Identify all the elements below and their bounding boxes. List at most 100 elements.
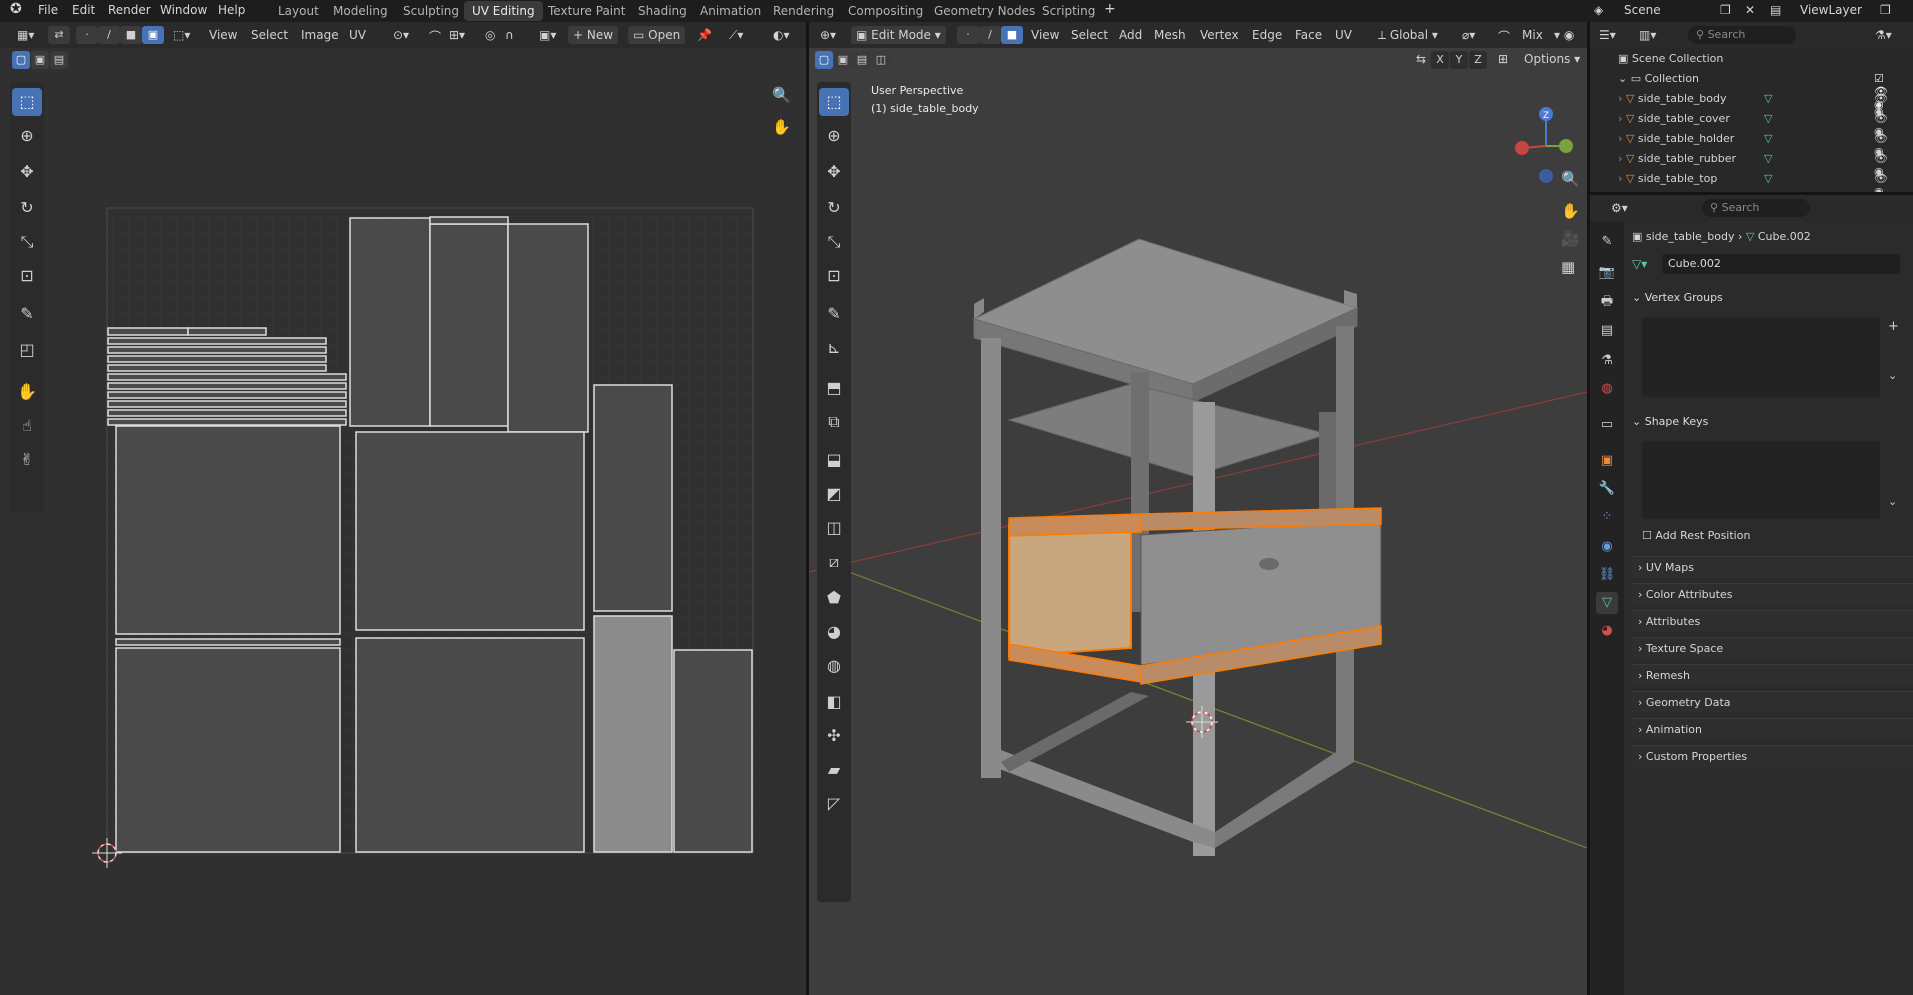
rotate-icon[interactable]: ↻ [12, 194, 42, 222]
sk-menu-icon[interactable]: ⌄ [1888, 495, 1897, 508]
object-tab-icon[interactable]: ▣ [1596, 450, 1618, 472]
pivot-point-icon[interactable]: ⌀▾ [1457, 26, 1480, 44]
uv-snap-icon[interactable]: ⟋▾ [724, 26, 748, 44]
scene-icon[interactable]: ◈ [1594, 3, 1603, 17]
select-extend-icon[interactable]: ▣ [31, 51, 49, 69]
shading-dropdown-icon[interactable]: ▾ ◉ [1549, 26, 1579, 44]
expand-chevron-icon[interactable]: › [1618, 172, 1622, 185]
uv-canvas[interactable] [0, 72, 806, 995]
menu-view[interactable]: View [204, 26, 242, 44]
scene-name[interactable]: Scene [1624, 3, 1661, 17]
tab-animation[interactable]: Animation [692, 1, 769, 21]
panel-remesh[interactable]: › Remesh [1632, 664, 1913, 686]
expand-chevron-icon[interactable]: › [1618, 132, 1622, 145]
uv-island[interactable] [115, 638, 341, 646]
tab-modeling[interactable]: Modeling [325, 1, 396, 21]
tab-layout[interactable]: Layout [270, 1, 327, 21]
outliner-object-row[interactable]: › ▽ side_table_top▽👁 ◉ [1618, 172, 1888, 198]
uv-island[interactable] [107, 355, 327, 363]
inset-icon[interactable]: ⬓ [819, 446, 849, 474]
spin-icon[interactable]: ◕ [819, 618, 849, 646]
viewport-canvas[interactable]: Z [809, 72, 1587, 995]
uv-island[interactable] [429, 223, 509, 427]
cursor-icon[interactable]: ⊕ [12, 122, 42, 150]
panel-texture-space[interactable]: › Texture Space [1632, 637, 1913, 659]
add-workspace-icon[interactable]: + [1104, 1, 1116, 17]
grab-icon[interactable]: ✋ [12, 378, 42, 406]
shape-keys-list[interactable] [1642, 441, 1880, 519]
select-subtract-icon[interactable]: ▤ [50, 51, 68, 69]
vp-select-box-icon[interactable]: ⬚ [819, 88, 849, 116]
proportional-edit-icon[interactable]: ◎ [480, 26, 500, 44]
outliner-object-row[interactable]: › ▽ side_table_holder ▽ 👁 ◉ [1618, 132, 1888, 158]
constraints-tab-icon[interactable]: ⛓ [1596, 564, 1618, 586]
overlay-icon[interactable]: ◐▾ [768, 26, 795, 44]
expand-chevron-icon[interactable]: › [1618, 112, 1622, 125]
editor-type-icon[interactable]: ▦▾ [12, 26, 39, 44]
face-mode-icon[interactable]: ■ [1001, 26, 1023, 44]
vp-menu-view[interactable]: View [1026, 26, 1064, 44]
add-vertex-group-icon[interactable]: + [1888, 319, 1899, 334]
smooth-icon[interactable]: ◍ [819, 652, 849, 680]
island-select-icon[interactable]: ▣ [142, 26, 164, 44]
menu-select[interactable]: Select [246, 26, 293, 44]
data-tab-icon[interactable]: ▽ [1596, 592, 1618, 614]
expand-chevron-icon[interactable]: › [1618, 92, 1622, 105]
outliner-object-row[interactable]: › ▽ side_table_cover ▽ 👁 ◉ [1618, 112, 1888, 138]
relax-icon[interactable]: ☝ [12, 412, 42, 440]
tool-tab-icon[interactable]: ✎ [1596, 231, 1618, 253]
panel-custom-properties[interactable]: › Custom Properties [1632, 745, 1913, 767]
menu-file[interactable]: File [38, 3, 58, 17]
uv-sync-icon[interactable]: ⇄ [48, 26, 70, 44]
blender-logo-icon[interactable]: ✪ [10, 1, 22, 17]
panel-vertex-groups[interactable]: ⌄ Vertex Groups [1632, 291, 1903, 313]
vp-menu-edge[interactable]: Edge [1247, 26, 1287, 44]
mesh-datablock-icon[interactable]: ▽▾ [1632, 257, 1647, 271]
pan-hand-icon[interactable]: ✋ [772, 118, 791, 136]
menu-edit[interactable]: Edit [72, 3, 95, 17]
outliner-type-icon[interactable]: ☰▾ [1594, 26, 1621, 44]
properties-type-icon[interactable]: ⚙▾ [1606, 199, 1633, 217]
zoom-icon[interactable]: 🔍 [772, 86, 791, 104]
display-mode-icon[interactable]: ▥▾ [1634, 26, 1661, 44]
open-image-button[interactable]: ▭ Open [628, 26, 686, 44]
measure-icon[interactable]: ⊾ [819, 334, 849, 362]
copy-scene-icon[interactable]: ❐ [1720, 3, 1731, 17]
scale-icon[interactable]: ⤡ [12, 228, 42, 256]
add-cube-icon[interactable]: ⬒ [819, 374, 849, 402]
uv-island[interactable] [429, 216, 509, 225]
add-rest-position-checkbox[interactable]: ☐ Add Rest Position [1642, 529, 1882, 547]
vg-menu-icon[interactable]: ⌄ [1888, 369, 1897, 382]
uv-island[interactable] [107, 346, 327, 354]
image-browse-icon[interactable]: ▣▾ [534, 26, 561, 44]
output-tab-icon[interactable]: 🖶 [1596, 291, 1618, 313]
tab-rendering[interactable]: Rendering [765, 1, 842, 21]
vp-scale-icon[interactable]: ⤡ [819, 228, 849, 256]
expand-chevron-icon[interactable]: › [1618, 152, 1622, 165]
vertex-select-icon[interactable]: · [76, 26, 98, 44]
mirror-x[interactable]: X [1431, 51, 1449, 69]
vp-select-set-icon[interactable]: ▢ [815, 51, 833, 69]
menu-window[interactable]: Window [160, 3, 207, 17]
properties-search-input[interactable]: ⚲ Search [1702, 199, 1810, 217]
annotate-icon[interactable]: ✎ [12, 300, 42, 328]
transform-icon[interactable]: ⊡ [12, 262, 42, 290]
copy-viewlayer-icon[interactable]: ❐ [1880, 3, 1891, 17]
menu-render[interactable]: Render [108, 3, 151, 17]
vp-pan-icon[interactable]: ✋ [1561, 202, 1580, 220]
vertex-mode-icon[interactable]: · [957, 26, 979, 44]
camera-view-icon[interactable]: 🎥 [1561, 230, 1580, 248]
panel-color-attributes[interactable]: › Color Attributes [1632, 583, 1913, 605]
scene-tab-icon[interactable]: ⚗ [1596, 350, 1618, 372]
uv-island[interactable] [107, 400, 347, 408]
vp-annotate-icon[interactable]: ✎ [819, 300, 849, 328]
uv-island[interactable] [107, 337, 327, 345]
rip-icon[interactable]: ◰ [12, 336, 42, 364]
vp-move-icon[interactable]: ✥ [819, 158, 849, 186]
edge-slide-icon[interactable]: ◧ [819, 688, 849, 716]
particles-tab-icon[interactable]: ⁘ [1596, 506, 1618, 528]
sticky-select-icon[interactable]: ⬚▾ [168, 26, 195, 44]
uv-island[interactable] [355, 431, 585, 631]
render-tab-icon[interactable]: 📷 [1596, 262, 1618, 284]
physics-tab-icon[interactable]: ◉ [1596, 536, 1618, 558]
